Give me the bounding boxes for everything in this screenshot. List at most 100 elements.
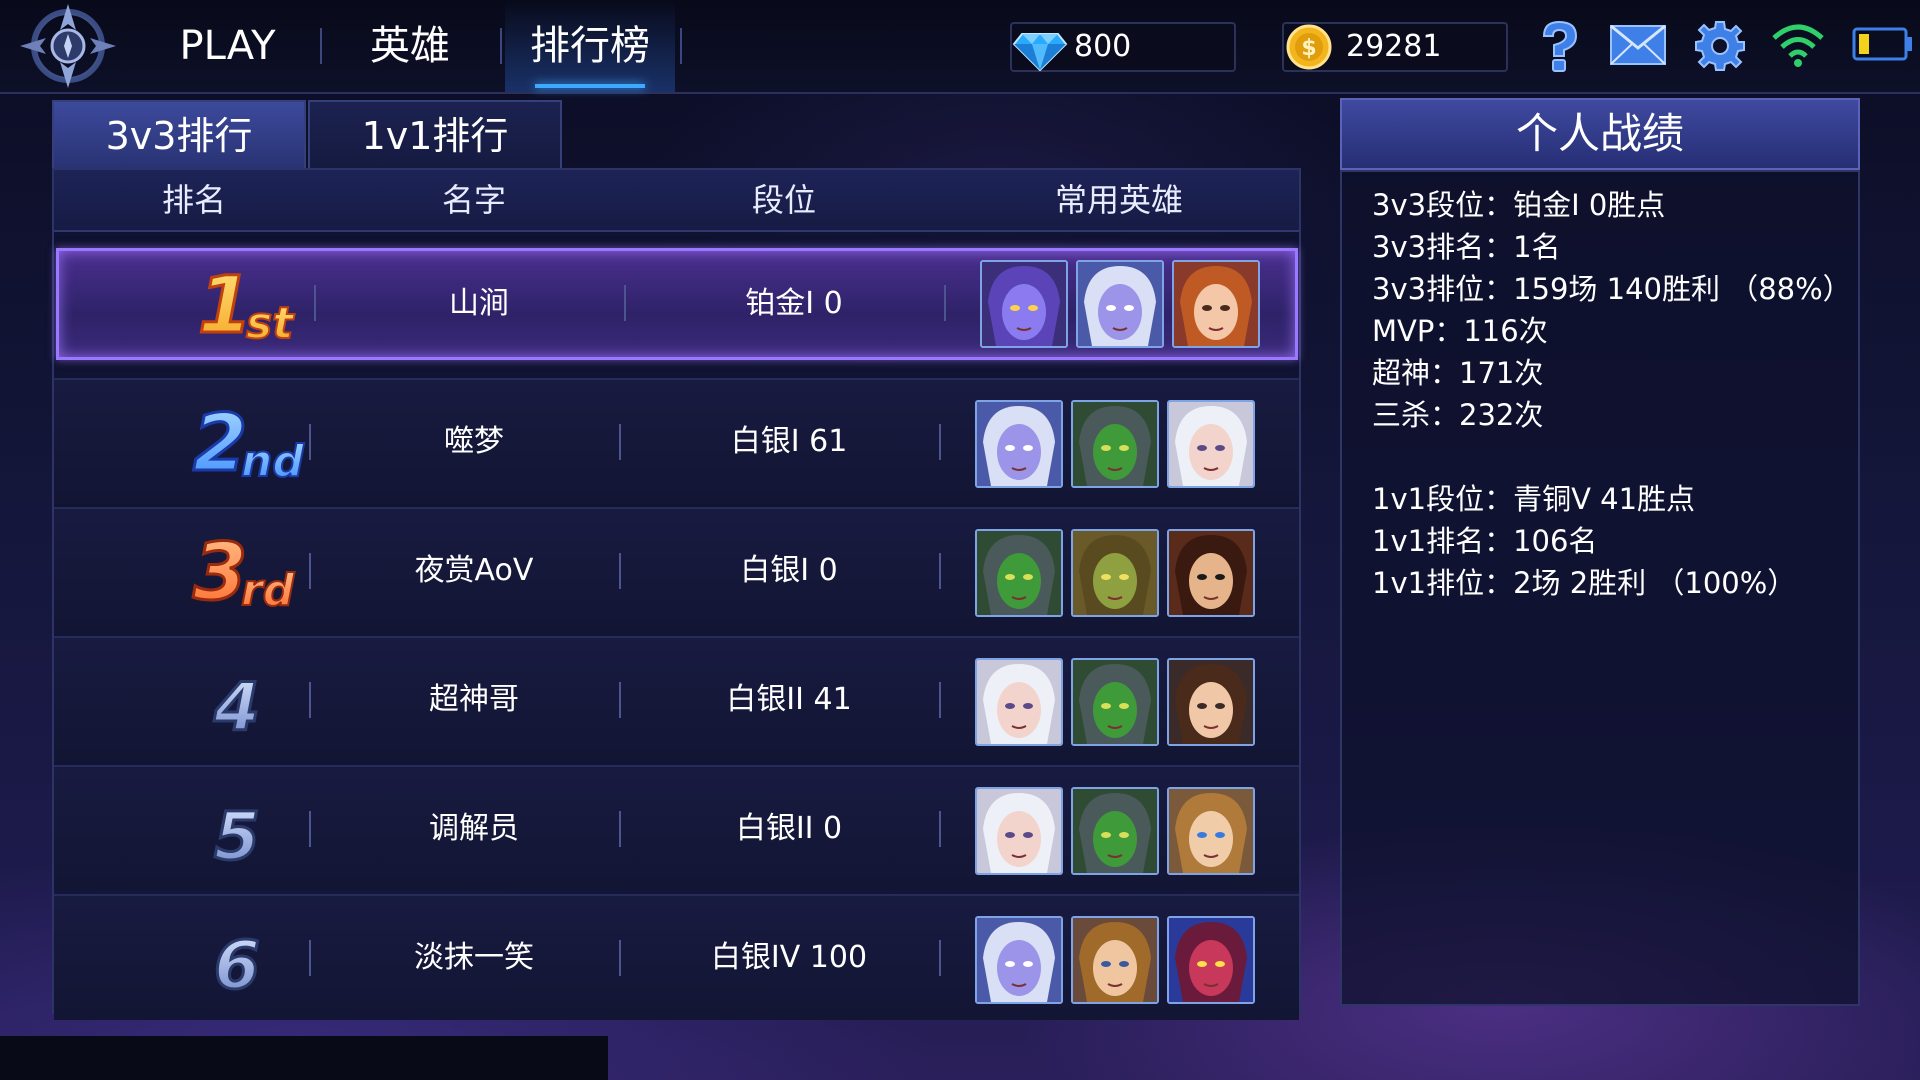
stat-triple-kill: 三杀：232次 (1372, 398, 1544, 432)
white-hair-woman-portrait-icon[interactable] (1167, 400, 1255, 488)
help-icon[interactable] (1534, 18, 1584, 78)
rank-number: 5 (214, 798, 260, 875)
favorite-heroes (980, 260, 1270, 348)
player-name: 调解员 (429, 811, 519, 846)
player-tier: 铂金I 0 (745, 286, 843, 321)
rank-number: 4 (213, 669, 260, 746)
gold-count: 29281 (1346, 29, 1442, 64)
column-divider (309, 940, 311, 976)
player-tier: 白银II 0 (735, 811, 843, 846)
nav-leaderboard[interactable]: 排行榜 (505, 0, 675, 92)
player-tier: 白银II 41 (726, 682, 852, 717)
table-row[interactable]: 1st 山涧 铂金I 0 (56, 248, 1298, 360)
top-bar: PLAY 英雄 排行榜 800 $ 29281 (0, 0, 1920, 94)
green-orc-portrait-icon[interactable] (1071, 400, 1159, 488)
table-row[interactable]: 3rd 夜赏AoV 白银I 0 (54, 507, 1299, 633)
goblin-brute-portrait-icon[interactable] (1071, 529, 1159, 617)
column-divider (619, 682, 621, 718)
battery-icon (1852, 26, 1914, 66)
bottom-shadow (0, 1036, 608, 1080)
table-row[interactable]: 4 超神哥 白银II 41 (54, 636, 1299, 762)
table-row[interactable]: 5 调解员 白银II 0 (54, 765, 1299, 891)
stat-3v3-record: 3v3排位：159场 140胜利 （88%） (1372, 272, 1852, 306)
stat-1v1-rank: 1v1排名：106名 (1372, 524, 1598, 558)
silver-hair-elf-portrait-icon[interactable] (975, 400, 1063, 488)
silver-hair-elf-portrait-icon[interactable] (975, 916, 1063, 1004)
game-crest-icon[interactable] (14, 0, 122, 92)
rank-number: 1 (198, 261, 252, 351)
nav-heroes[interactable]: 英雄 (350, 0, 470, 92)
tab-1v1-ranking[interactable]: 1v1排行 (308, 100, 562, 172)
favorite-heroes (975, 658, 1265, 746)
rank-suffix: st (246, 298, 295, 349)
elf-archer-portrait-icon[interactable] (1071, 916, 1159, 1004)
fire-sorceress-portrait-icon[interactable] (1172, 260, 1260, 348)
column-divider (314, 285, 316, 321)
column-divider (619, 424, 621, 460)
green-orc-portrait-icon[interactable] (975, 529, 1063, 617)
nav-divider (500, 28, 502, 64)
tab-3v3-ranking[interactable]: 3v3排行 (52, 100, 306, 172)
red-demon-portrait-icon[interactable] (1167, 916, 1255, 1004)
rank-suffix: rd (241, 565, 295, 616)
dark-elf-purple-hair-portrait-icon[interactable] (980, 260, 1068, 348)
stat-mvp: MVP：116次 (1372, 314, 1548, 348)
player-tier: 白银IV 100 (710, 940, 868, 975)
rank-badge: 6 (184, 908, 284, 1008)
personal-stats-panel: 3v3段位：铂金I 0胜点 3v3排名：1名 3v3排位：159场 140胜利 … (1340, 170, 1860, 1006)
gold-coin-icon: $ (1284, 22, 1334, 76)
blue-eyed-elf-girl-portrait-icon[interactable] (1167, 787, 1255, 875)
player-name: 淡抹一笑 (414, 940, 534, 975)
silver-hair-elf-portrait-icon[interactable] (1076, 260, 1164, 348)
diamond-balance[interactable]: 800 (1010, 22, 1236, 72)
column-divider (309, 424, 311, 460)
table-row[interactable]: 2nd 噬梦 白银I 61 (54, 378, 1299, 504)
column-divider (619, 811, 621, 847)
masked-warrior-portrait-icon[interactable] (1167, 529, 1255, 617)
column-divider (619, 940, 621, 976)
gold-balance[interactable]: $ 29281 (1282, 22, 1508, 72)
column-divider (939, 682, 941, 718)
rank-badge: 3rd (149, 521, 329, 621)
favorite-heroes (975, 529, 1265, 617)
column-divider (309, 811, 311, 847)
rank-badge: 5 (184, 779, 284, 879)
mail-icon[interactable] (1608, 22, 1668, 72)
player-tier: 白银I 61 (730, 424, 848, 459)
gear-icon[interactable] (1694, 20, 1746, 76)
header-tier: 段位 (751, 181, 816, 219)
green-orc-portrait-icon[interactable] (1071, 787, 1159, 875)
column-divider (309, 682, 311, 718)
table-row[interactable]: 6 淡抹一笑 白银IV 100 (54, 894, 1299, 1020)
rank-number: 6 (214, 927, 260, 1004)
diamond-count: 800 (1074, 29, 1132, 64)
column-divider (939, 940, 941, 976)
player-name: 山涧 (449, 286, 509, 321)
diamond-icon (1012, 20, 1068, 78)
table-header: 排名 名字 段位 常用英雄 (54, 170, 1299, 232)
column-divider (309, 553, 311, 589)
green-orc-portrait-icon[interactable] (1071, 658, 1159, 746)
player-name: 夜赏AoV (414, 553, 534, 588)
column-divider (624, 285, 626, 321)
rank-badge: 1st (154, 254, 334, 354)
nav-divider (680, 28, 682, 64)
column-divider (939, 553, 941, 589)
stat-3v3-rank: 3v3排名：1名 (1372, 230, 1561, 264)
white-hair-woman-portrait-icon[interactable] (975, 658, 1063, 746)
player-tier: 白银I 0 (740, 553, 838, 588)
brown-hair-girl-portrait-icon[interactable] (1167, 658, 1255, 746)
player-name: 超神哥 (429, 682, 519, 717)
white-hair-woman-portrait-icon[interactable] (975, 787, 1063, 875)
column-divider (619, 553, 621, 589)
rank-number: 2 (193, 399, 247, 489)
nav-play[interactable]: PLAY (160, 0, 295, 92)
rank-badge: 2nd (149, 392, 329, 492)
favorite-heroes (975, 787, 1265, 875)
stat-1v1-record: 1v1排位：2场 2胜利 （100%） (1372, 566, 1797, 600)
column-divider (944, 285, 946, 321)
ranking-table: 排名 名字 段位 常用英雄 1st 山涧 铂金I 0 2nd 噬梦 白银I 61 3rd 夜赏… (52, 168, 1301, 1020)
rank-number: 3 (193, 528, 247, 618)
stat-3v3-tier: 3v3段位：铂金I 0胜点 (1372, 188, 1666, 222)
favorite-heroes (975, 916, 1265, 1004)
